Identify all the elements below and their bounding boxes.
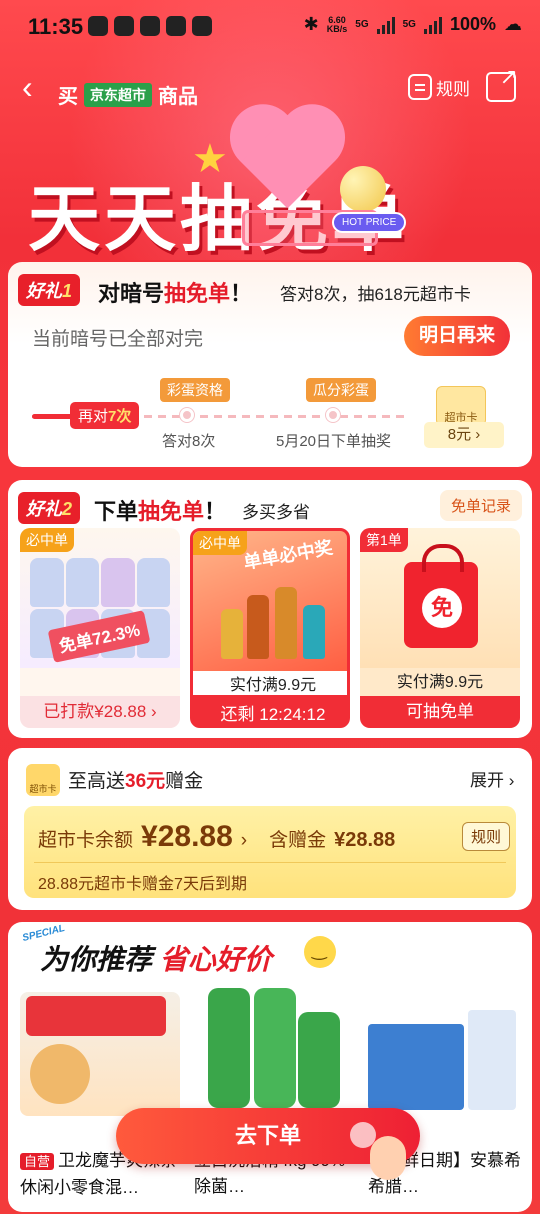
gift2-heading: 下单抽免单！: [94, 499, 227, 524]
product-price-condition: 实付满9.9元: [193, 671, 347, 695]
balance-row: 超市卡余额 ¥28.88 › 含赠金 ¥28.88: [38, 820, 395, 854]
product-card-3[interactable]: 免 第1单 实付满9.9元 可抽免单: [360, 528, 520, 728]
product-status: 已打款¥28.88 ›: [20, 696, 180, 728]
carton: [468, 1010, 516, 1110]
gift2-subtitle: 多买多省: [242, 503, 310, 522]
bonus-title: 至高送36元赠金: [68, 771, 204, 792]
recommend-title: 为你推荐 省心好价: [40, 944, 272, 975]
signal-icon: [376, 16, 395, 34]
draw-free-order-label: 可抽免单: [360, 696, 520, 728]
gift1-heading: 对暗号抽免单！: [98, 281, 253, 306]
bonus-rules-button[interactable]: 规则: [462, 822, 511, 851]
snack-bowl: [30, 1044, 90, 1104]
signal-icon: [423, 16, 442, 34]
status-bar: 11:35 ✱ 6.60 KB/s 5G 5G 100% ☁: [0, 0, 540, 56]
milestone1-tag: 彩蛋资格: [160, 378, 230, 402]
app-notification-icon: [166, 16, 186, 36]
product-image: [194, 988, 354, 1116]
banner-text: 单单必中奖: [242, 537, 335, 573]
product-image: [20, 992, 180, 1116]
app-notification-icon: [88, 16, 108, 36]
back-arrow-icon[interactable]: ‹: [22, 71, 46, 103]
product-price-condition: 实付满9.9元: [396, 674, 484, 691]
bonus-card: 超市卡 至高送36元赠金 展开 › 超市卡余额 ¥28.88 › 含赠金 ¥28…: [8, 748, 532, 910]
recommend-item[interactable]: 自营 卫龙魔芋爽辣条休闲小零食混…: [20, 984, 180, 1214]
status-time: 11:35: [28, 14, 84, 39]
recommend-item[interactable]: 立白洗洁精4kg 99%除菌…: [194, 984, 354, 1214]
product-tag: 必中单: [193, 531, 247, 555]
gift1-card: 好礼1 对暗号抽免单！ 答对8次，抽618元超市卡 当前暗号已全部对完 明日再来…: [8, 262, 532, 467]
status-right: ✱ 6.60 KB/s 5G 5G 100% ☁: [304, 14, 522, 35]
gift2-tag: 好礼2: [18, 492, 81, 524]
star-icon: ★: [192, 137, 228, 181]
recommend-card: SPECIAL 为你推荐 省心好价 自营卫龙魔芋爽辣条休闲小零食混… 立白洗洁精…: [8, 922, 532, 1212]
share-icon[interactable]: [486, 64, 518, 102]
milestone1-dot: [180, 408, 194, 422]
page-title: 买 京东超市 商品: [58, 80, 198, 109]
milestone2-dot: [326, 408, 340, 422]
supermarket-card-reward[interactable]: 超市卡 8元 ›: [424, 386, 506, 448]
signal-label-1: 5G: [355, 19, 369, 30]
hero-banner: 天天抽免单 ★ HOT PRICE: [0, 130, 540, 261]
heart-icon: [232, 108, 352, 218]
app-notification-icon: [114, 16, 134, 36]
product-tag: 第1单: [360, 528, 408, 552]
bottle-green: [208, 988, 250, 1108]
come-back-tomorrow-button[interactable]: 明日再来: [404, 316, 510, 356]
gift1-status: 当前暗号已全部对完: [32, 329, 204, 350]
recommend-list: 自营卫龙魔芋爽辣条休闲小零食混… 立白洗洁精4kg 99%除菌… 【新鲜日期】安…: [20, 984, 530, 1214]
gift1-tag: 好礼1: [18, 274, 81, 306]
supermarket-card-icon: 超市卡: [436, 386, 486, 426]
title-suffix: 商品: [158, 86, 198, 108]
pointing-hand-icon: [350, 1122, 410, 1182]
product-card-2[interactable]: 单单必中奖 必中单 实付满9.9元 还剩 12:24:12: [190, 528, 350, 728]
product-tag: 必中单: [20, 528, 74, 552]
free-order-records-button[interactable]: 免单记录: [440, 490, 523, 521]
milestone2-tag: 瓜分彩蛋: [306, 378, 376, 402]
net-speed-unit: KB/s: [326, 23, 348, 34]
brand-tag: 京东超市: [84, 82, 152, 107]
supermarket-card-value: 8元 ›: [424, 422, 504, 448]
balance-amount: ¥28.88: [141, 820, 233, 853]
net-speed: 6.60 KB/s: [326, 15, 348, 34]
bonus-amount: ¥28.88: [334, 829, 396, 851]
expand-button[interactable]: 展开 ›: [470, 766, 514, 791]
rules-label: 规则: [436, 79, 470, 99]
title-prefix: 买: [58, 86, 78, 108]
bluetooth-icon: ✱: [303, 14, 319, 34]
rules-button[interactable]: 规则: [408, 74, 470, 100]
notification-icons: [88, 16, 212, 36]
expiry-note: 28.88元超市卡赠金7天后到期: [38, 876, 247, 893]
milestone1-label: 答对8次: [162, 433, 216, 450]
hot-price-badge: HOT PRICE: [332, 212, 407, 233]
ball-decoration: [340, 166, 386, 212]
bonus-label: 含赠金: [269, 830, 327, 851]
package-red: [26, 996, 166, 1036]
battery-text: 100%: [449, 14, 496, 34]
rules-icon: [408, 74, 432, 100]
app-notification-icon: [140, 16, 160, 36]
gift2-card: 好礼2 下单抽免单！ 多买多省 免单记录 免单72.3% 必中单 已打款¥28.…: [8, 480, 532, 738]
smile-icon: [304, 936, 336, 968]
app-notification-icon: [192, 16, 212, 36]
box-blue: [368, 1024, 464, 1110]
balance-label: 超市卡余额: [38, 830, 134, 851]
bottle-green: [254, 988, 296, 1108]
gift-bag-icon: 免: [404, 544, 478, 648]
balance-box[interactable]: 超市卡余额 ¥28.88 › 含赠金 ¥28.88 规则 28.88元超市卡赠金…: [24, 806, 516, 898]
milestone2-label: 5月20日下单抽奖: [276, 433, 392, 450]
signal-label-2: 5G: [402, 19, 416, 30]
product-card-1[interactable]: 免单72.3% 必中单 已打款¥28.88 ›: [20, 528, 180, 728]
gift1-subtitle: 答对8次，抽618元超市卡: [280, 285, 471, 304]
supermarket-card-icon: 超市卡: [26, 764, 60, 796]
cloud-icon: ☁: [504, 14, 522, 34]
divider: [34, 862, 506, 863]
product-image: [368, 992, 528, 1116]
chevron-right-icon: ›: [240, 830, 248, 851]
liquor-bottles: [221, 579, 331, 659]
countdown-timer: 还剩 12:24:12: [193, 699, 347, 725]
progress-pill: 再对7次: [70, 402, 140, 429]
bottle-green: [298, 1012, 340, 1108]
